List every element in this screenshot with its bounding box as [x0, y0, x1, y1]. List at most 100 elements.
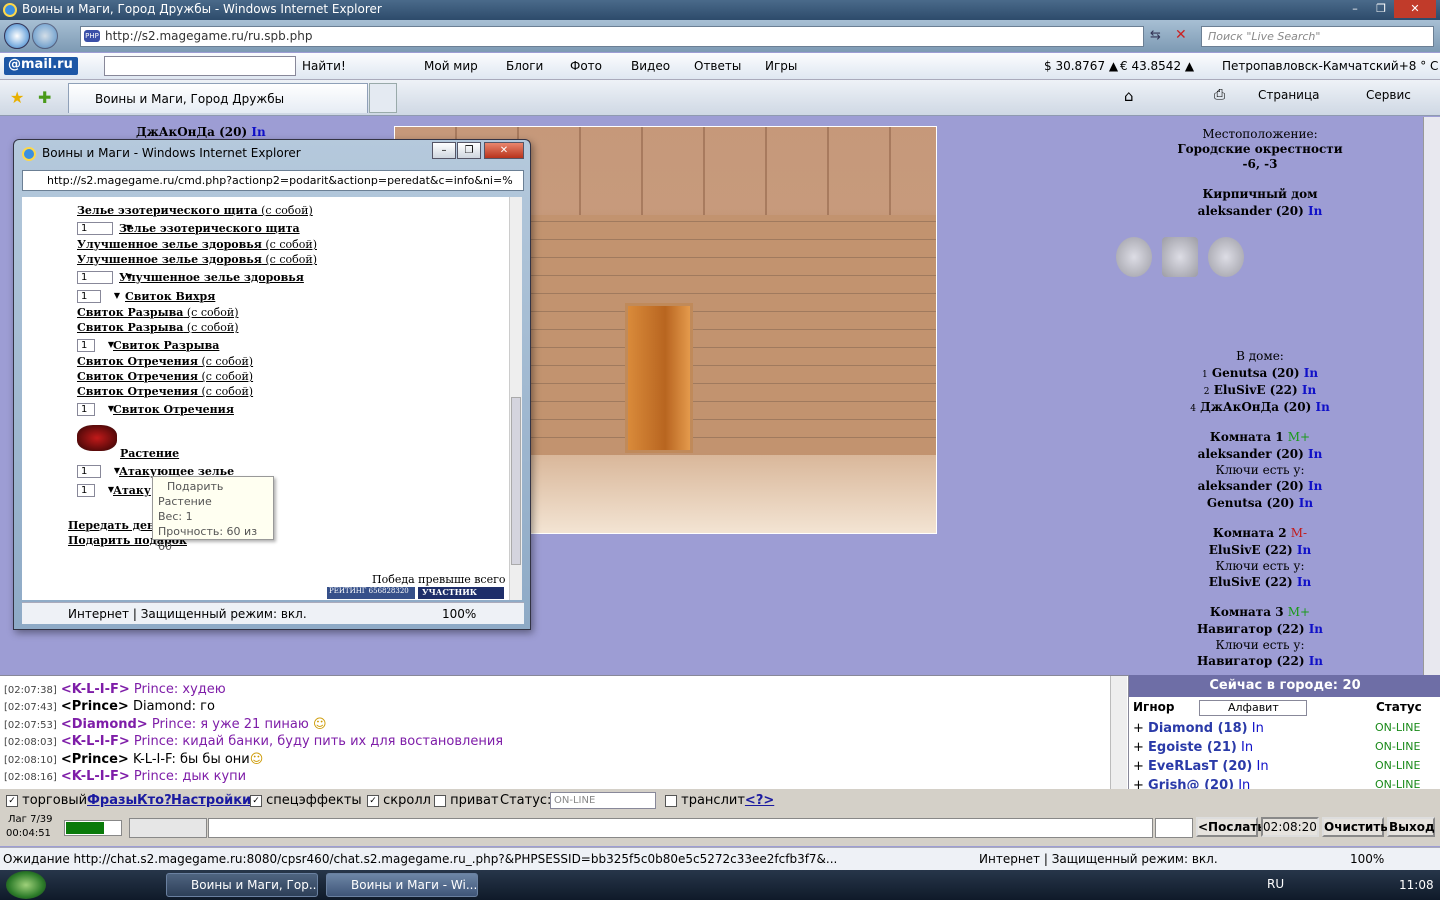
- popup-scrollbar[interactable]: [509, 197, 522, 600]
- item-link[interactable]: Свиток Отречения (с собой): [77, 370, 253, 383]
- scene-door[interactable]: [625, 303, 693, 453]
- plant-item-image[interactable]: [77, 425, 117, 451]
- in-house-user-1[interactable]: 1 Genutsa (20) In: [1100, 366, 1420, 380]
- refresh-icon[interactable]: ⇆: [1150, 28, 1161, 43]
- item-link[interactable]: Улучшенное зелье здоровья: [119, 271, 304, 284]
- sort-select[interactable]: Алфавит: [1199, 700, 1307, 716]
- back-button[interactable]: [4, 23, 30, 49]
- popup-scroll-thumb[interactable]: [511, 397, 521, 565]
- search-input[interactable]: Поиск "Live Search": [1201, 26, 1434, 47]
- item-link[interactable]: Зелье эзотерического щита: [119, 222, 300, 235]
- top-player-name[interactable]: ДжАкОнДа (20) In: [136, 125, 266, 139]
- translit-checkbox[interactable]: транслит<?>: [665, 793, 774, 808]
- popup-url-input[interactable]: http://s2.magegame.ru/cmd.php?actionp2=p…: [22, 170, 524, 191]
- smiley-select[interactable]: [1155, 818, 1193, 838]
- who-link[interactable]: Кто?: [137, 793, 172, 808]
- popup-window[interactable]: Воины и Маги - Windows Internet Explorer…: [13, 139, 531, 630]
- color-select[interactable]: [64, 820, 122, 836]
- language-indicator[interactable]: RU: [1267, 877, 1284, 891]
- chat-log[interactable]: [02:07:38] <K-L-I-F> Prince: худею [02:0…: [0, 675, 1128, 789]
- send-button[interactable]: <Послать: [1196, 817, 1265, 837]
- building-owner[interactable]: aleksander (20) In: [1100, 204, 1420, 218]
- item-link[interactable]: Свиток Отречения: [113, 403, 234, 416]
- stop-icon[interactable]: ✕: [1175, 27, 1187, 43]
- popup-minimize-button[interactable]: –: [432, 142, 456, 159]
- mailru-logo[interactable]: @mail.ru: [4, 57, 78, 75]
- item-link[interactable]: Свиток Отречения (с собой): [77, 355, 253, 368]
- taskbar-item-active[interactable]: Воины и Маги - Wi...: [326, 873, 478, 897]
- item-link[interactable]: Свиток Разрыва (с собой): [77, 321, 239, 334]
- qty-select[interactable]: 1: [77, 403, 114, 416]
- chat-scrollbar[interactable]: [1110, 676, 1127, 789]
- turn-left-icon[interactable]: [1116, 237, 1152, 277]
- toolbar-search-input[interactable]: [104, 56, 296, 76]
- weather-widget[interactable]: Петропавловск-Камчатский+8 ° С: [1222, 59, 1438, 73]
- toolbar-item-blogs[interactable]: Блоги: [506, 59, 543, 73]
- zoom-status[interactable]: 100%: [1350, 852, 1384, 866]
- home-icon[interactable]: ⌂: [1124, 87, 1134, 105]
- qty-select[interactable]: 1: [77, 339, 114, 352]
- recipient-input[interactable]: [129, 818, 207, 838]
- clear-button[interactable]: Очистить: [1322, 817, 1388, 837]
- game-scrollbar[interactable]: [1423, 117, 1440, 675]
- print-icon[interactable]: ⎙: [1214, 87, 1225, 103]
- message-input[interactable]: [208, 818, 1153, 838]
- item-link[interactable]: Свиток Вихря: [125, 290, 215, 303]
- room3-key-holder-1[interactable]: Навигатор (22) In: [1100, 654, 1420, 668]
- item-link[interactable]: Улучшенное зелье здоровья (с собой): [77, 238, 317, 251]
- plant-item-link[interactable]: Растение: [120, 447, 179, 460]
- move-forward-icon[interactable]: [1162, 237, 1198, 277]
- tab-active[interactable]: Воины и Маги, Город Дружбы: [68, 83, 368, 113]
- popup-zoom[interactable]: 100%: [442, 607, 476, 621]
- scroll-checkbox[interactable]: ✓ скролл: [367, 793, 431, 808]
- zone-status[interactable]: Интернет | Защищенный режим: вкл.: [979, 852, 1218, 866]
- find-button[interactable]: Найти!: [302, 59, 346, 73]
- page-menu[interactable]: Страница: [1258, 88, 1320, 102]
- room1-key-holder-2[interactable]: Genutsa (20) In: [1100, 496, 1420, 510]
- usd-rate[interactable]: $ 30.8767 ▲: [1044, 59, 1118, 73]
- transfer-money-link[interactable]: Передать день: [68, 519, 163, 532]
- popup-maximize-button[interactable]: ❐: [457, 142, 481, 159]
- attack-potion-link-2[interactable]: Атаку: [113, 484, 151, 497]
- toolbar-item-video[interactable]: Видео: [631, 59, 670, 73]
- room2-user[interactable]: EluSivE (22) In: [1100, 543, 1420, 557]
- turn-right-icon[interactable]: [1208, 237, 1244, 277]
- room3-user[interactable]: Навигатор (22) In: [1100, 622, 1420, 636]
- settings-link[interactable]: Настройки: [171, 793, 251, 808]
- new-tab-button[interactable]: [369, 83, 397, 113]
- item-link[interactable]: Свиток Отречения (с собой): [77, 385, 253, 398]
- url-input[interactable]: PHP http://s2.magegame.ru/ru.spb.php: [80, 26, 1144, 47]
- room1-key-holder-1[interactable]: aleksander (20) In: [1100, 479, 1420, 493]
- trade-checkbox[interactable]: ✓ торговый: [6, 793, 87, 808]
- toolbar-item-photo[interactable]: Фото: [570, 59, 602, 73]
- room2-key-holder-1[interactable]: EluSivE (22) In: [1100, 575, 1420, 589]
- close-button[interactable]: ✕: [1394, 0, 1436, 18]
- effects-checkbox[interactable]: ✓ спецэффекты: [250, 793, 362, 808]
- qty-select[interactable]: 1: [77, 465, 120, 478]
- taskbar-item[interactable]: Воины и Маги, Гор...: [166, 873, 318, 897]
- item-link[interactable]: Улучшенное зелье здоровья (с собой): [77, 253, 317, 266]
- window-titlebar[interactable]: Воины и Маги, Город Дружбы - Windows Int…: [0, 0, 1440, 20]
- qty-select[interactable]: 1: [77, 222, 132, 235]
- rating-badge[interactable]: РЕЙТИНГ 656828320: [327, 587, 415, 599]
- add-favorites-icon[interactable]: ✚: [38, 88, 51, 107]
- toolbar-item-games[interactable]: Игры: [765, 59, 797, 73]
- private-checkbox[interactable]: приват: [434, 793, 499, 808]
- online-user-row[interactable]: + Diamond (18) In ON-LINE: [1133, 721, 1433, 736]
- qty-select[interactable]: 1: [77, 271, 132, 284]
- item-link[interactable]: Зелье эзотерического щита (с собой): [77, 204, 313, 217]
- online-user-row[interactable]: + Grish@ (20) In ON-LINE: [1133, 778, 1433, 789]
- maximize-button[interactable]: ❐: [1368, 0, 1394, 18]
- service-menu[interactable]: Сервис: [1366, 88, 1411, 102]
- phrases-link[interactable]: Фразы: [87, 793, 137, 808]
- toolbar-item-answers[interactable]: Ответы: [694, 59, 741, 73]
- toolbar-item-mymir[interactable]: Мой мир: [424, 59, 478, 73]
- start-button[interactable]: [6, 871, 46, 899]
- status-select[interactable]: ON-LINE: [550, 792, 656, 809]
- qty-select[interactable]: 1: [77, 290, 120, 303]
- in-house-user-2[interactable]: 2 EluSivE (22) In: [1100, 383, 1420, 397]
- online-user-row[interactable]: + Egoiste (21) In ON-LINE: [1133, 740, 1433, 755]
- in-house-user-4[interactable]: 4 ДжАкОнДа (20) In: [1100, 400, 1420, 414]
- item-link[interactable]: Свиток Разрыва (с собой): [77, 306, 239, 319]
- participant-badge[interactable]: УЧАСТНИК: [418, 587, 504, 599]
